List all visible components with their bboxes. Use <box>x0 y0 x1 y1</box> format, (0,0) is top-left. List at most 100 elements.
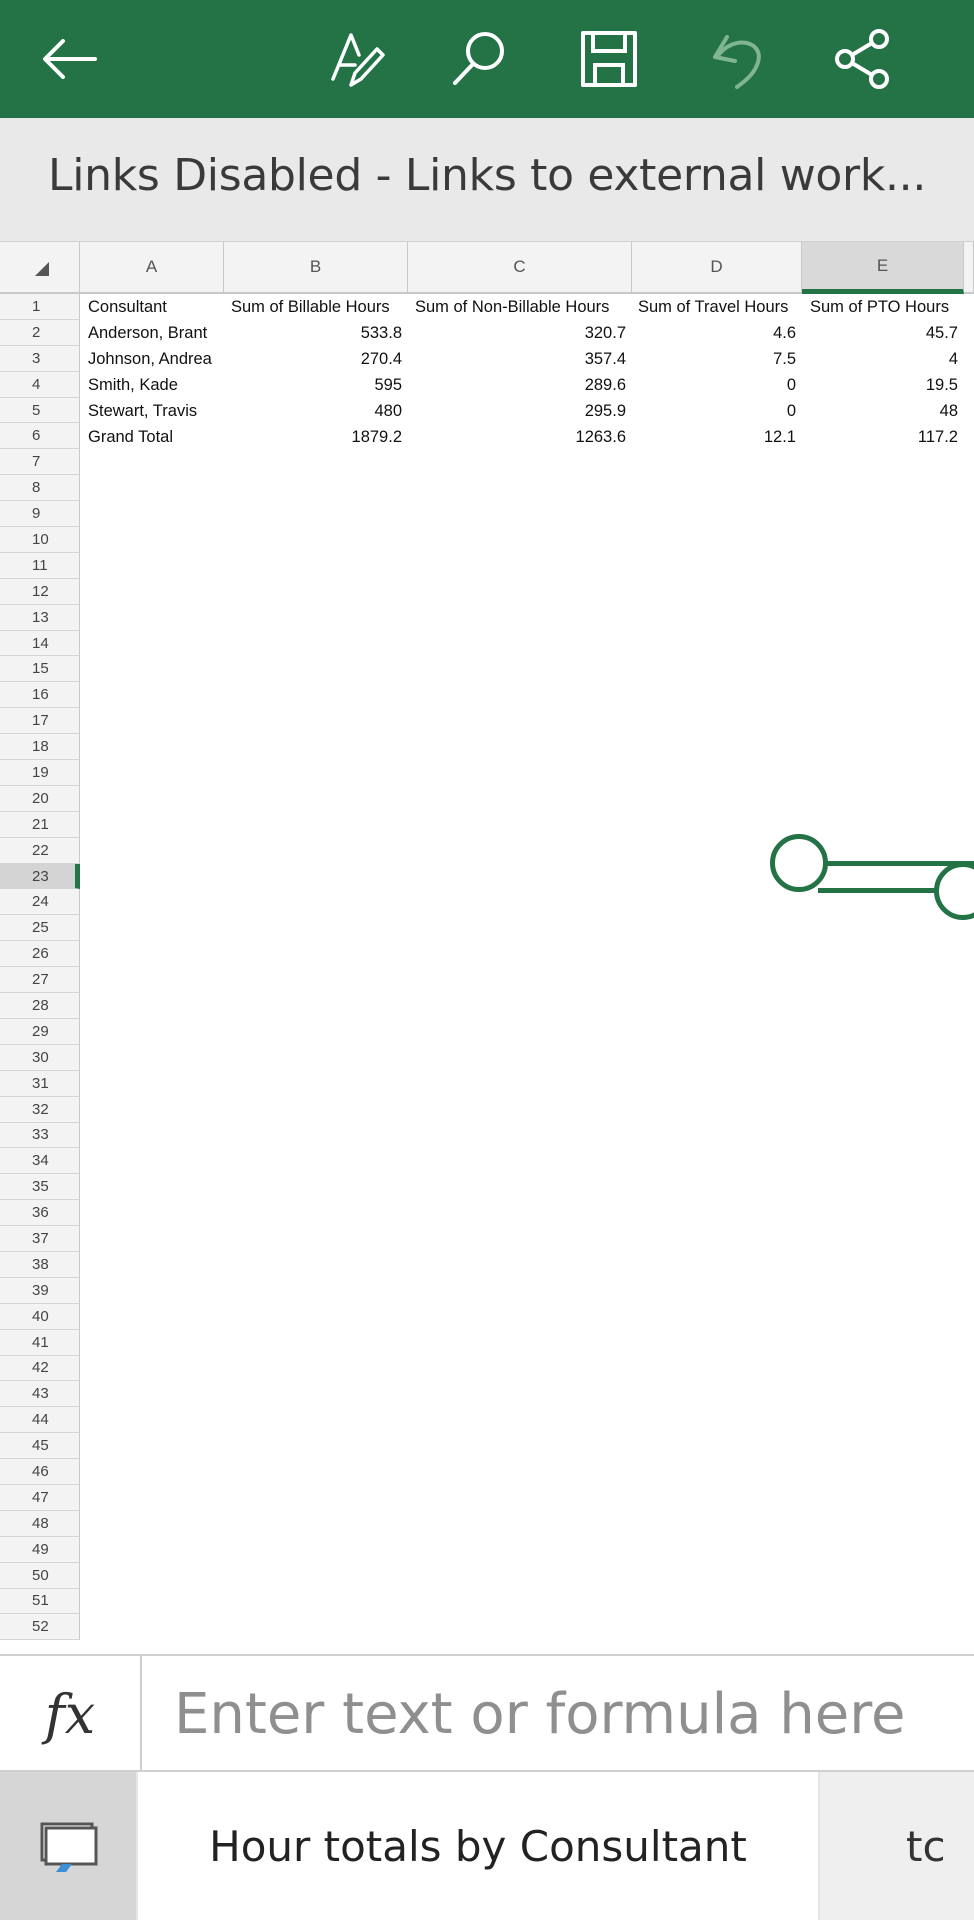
row-header[interactable]: 7 <box>0 449 80 476</box>
column-header-d[interactable]: D <box>632 242 802 294</box>
cell-travel[interactable]: 12.1 <box>632 424 796 450</box>
formula-input[interactable] <box>174 1678 954 1750</box>
row-header[interactable]: 34 <box>0 1148 80 1175</box>
row-header[interactable]: 31 <box>0 1070 80 1097</box>
row-header[interactable]: 24 <box>0 889 80 916</box>
cell-consultant[interactable]: Johnson, Andrea <box>88 346 212 372</box>
cell-consultant[interactable]: Grand Total <box>88 424 173 450</box>
row-header[interactable]: 22 <box>0 837 80 864</box>
row-header[interactable]: 47 <box>0 1484 80 1511</box>
row-header[interactable]: 1 <box>0 294 80 320</box>
cell-e1[interactable]: Sum of PTO Hours <box>810 294 949 320</box>
cell-travel[interactable]: 4.6 <box>632 320 796 346</box>
row-header[interactable]: 11 <box>0 552 80 579</box>
row-header[interactable]: 16 <box>0 682 80 709</box>
row-header[interactable]: 28 <box>0 993 80 1019</box>
cell-billable[interactable]: 533.8 <box>224 320 402 346</box>
row-header[interactable]: 19 <box>0 760 80 786</box>
row-header[interactable]: 26 <box>0 941 80 968</box>
row-header[interactable]: 30 <box>0 1044 80 1071</box>
cell-non-billable[interactable]: 1263.6 <box>408 424 626 450</box>
cell-billable[interactable]: 480 <box>224 398 402 424</box>
row-header[interactable]: 35 <box>0 1174 80 1201</box>
row-header[interactable]: 21 <box>0 811 80 838</box>
spreadsheet-grid[interactable]: A B C D E 1 2 3 4 5 6 7 8 9 10 11 12 13 14 15 16 17 18 19 2… <box>0 242 974 1654</box>
row-header[interactable]: 12 <box>0 578 80 605</box>
cell-billable[interactable]: 270.4 <box>224 346 402 372</box>
save-icon[interactable] <box>564 14 654 104</box>
cell-pto[interactable]: 19.5 <box>802 372 958 398</box>
row-header[interactable]: 40 <box>0 1303 80 1330</box>
selection-start-handle[interactable] <box>770 834 828 892</box>
select-all-corner[interactable] <box>0 242 80 294</box>
cell-consultant[interactable]: Stewart, Travis <box>88 398 197 424</box>
row-header[interactable]: 39 <box>0 1277 80 1304</box>
format-pen-icon[interactable] <box>312 14 402 104</box>
row-header[interactable]: 17 <box>0 708 80 735</box>
row-header[interactable]: 49 <box>0 1536 80 1563</box>
cell-pto[interactable]: 45.7 <box>802 320 958 346</box>
cell-non-billable[interactable]: 289.6 <box>408 372 626 398</box>
column-header-a[interactable]: A <box>80 242 224 294</box>
cell-c1[interactable]: Sum of Non-Billable Hours <box>415 294 609 320</box>
cell-non-billable[interactable]: 295.9 <box>408 398 626 424</box>
row-header[interactable]: 37 <box>0 1226 80 1252</box>
row-header[interactable]: 5 <box>0 397 80 424</box>
row-header[interactable]: 25 <box>0 915 80 942</box>
row-header[interactable]: 23 <box>0 863 80 890</box>
row-header[interactable]: 52 <box>0 1614 80 1641</box>
row-header[interactable]: 27 <box>0 967 80 994</box>
row-header[interactable]: 51 <box>0 1588 80 1615</box>
cell-billable[interactable]: 1879.2 <box>224 424 402 450</box>
column-header-b[interactable]: B <box>224 242 408 294</box>
cell-consultant[interactable]: Smith, Kade <box>88 372 178 398</box>
row-header[interactable]: 3 <box>0 345 80 372</box>
row-header[interactable]: 15 <box>0 656 80 683</box>
row-header[interactable]: 29 <box>0 1018 80 1045</box>
row-header[interactable]: 44 <box>0 1407 80 1434</box>
row-header[interactable]: 14 <box>0 630 80 657</box>
cell-pto[interactable]: 48 <box>802 398 958 424</box>
row-header[interactable]: 41 <box>0 1329 80 1356</box>
row-header[interactable]: 33 <box>0 1122 80 1149</box>
column-header-f[interactable] <box>964 242 974 294</box>
column-header-e[interactable]: E <box>802 242 964 294</box>
row-header[interactable]: 18 <box>0 734 80 761</box>
row-header[interactable]: 13 <box>0 604 80 631</box>
undo-icon[interactable] <box>692 14 782 104</box>
cell-consultant[interactable]: Anderson, Brant <box>88 320 207 346</box>
row-header[interactable]: 4 <box>0 371 80 398</box>
share-icon[interactable] <box>818 14 908 104</box>
row-header[interactable]: 48 <box>0 1510 80 1537</box>
cell-b1[interactable]: Sum of Billable Hours <box>231 294 390 320</box>
selection-end-handle[interactable] <box>934 862 974 920</box>
row-header[interactable]: 20 <box>0 785 80 812</box>
cell-travel[interactable]: 0 <box>632 398 796 424</box>
cell-pto[interactable]: 4 <box>802 346 958 372</box>
row-header[interactable]: 36 <box>0 1200 80 1227</box>
cell-d1[interactable]: Sum of Travel Hours <box>638 294 788 320</box>
cell-a1[interactable]: Consultant <box>88 294 167 320</box>
row-header[interactable]: 8 <box>0 475 80 502</box>
row-header[interactable]: 10 <box>0 527 80 553</box>
row-header[interactable]: 38 <box>0 1251 80 1278</box>
search-icon[interactable] <box>434 14 524 104</box>
row-header[interactable]: 46 <box>0 1459 80 1485</box>
row-header[interactable]: 50 <box>0 1562 80 1589</box>
row-header[interactable]: 9 <box>0 501 80 528</box>
row-header[interactable]: 45 <box>0 1433 80 1460</box>
sheet-tab-hour-totals[interactable]: Hour totals by Consultant <box>138 1772 818 1920</box>
column-header-c[interactable]: C <box>408 242 632 294</box>
row-header[interactable]: 32 <box>0 1096 80 1123</box>
cell-travel[interactable]: 0 <box>632 372 796 398</box>
sheet-tab-next[interactable]: tc <box>820 1772 974 1920</box>
row-header[interactable]: 43 <box>0 1381 80 1408</box>
sheets-list-button[interactable] <box>0 1772 136 1920</box>
back-arrow-icon[interactable] <box>24 14 114 104</box>
cell-billable[interactable]: 595 <box>224 372 402 398</box>
cell-non-billable[interactable]: 357.4 <box>408 346 626 372</box>
cell-non-billable[interactable]: 320.7 <box>408 320 626 346</box>
row-header[interactable]: 2 <box>0 319 80 346</box>
row-header[interactable]: 6 <box>0 423 80 450</box>
fx-icon[interactable]: fx <box>0 1656 142 1772</box>
